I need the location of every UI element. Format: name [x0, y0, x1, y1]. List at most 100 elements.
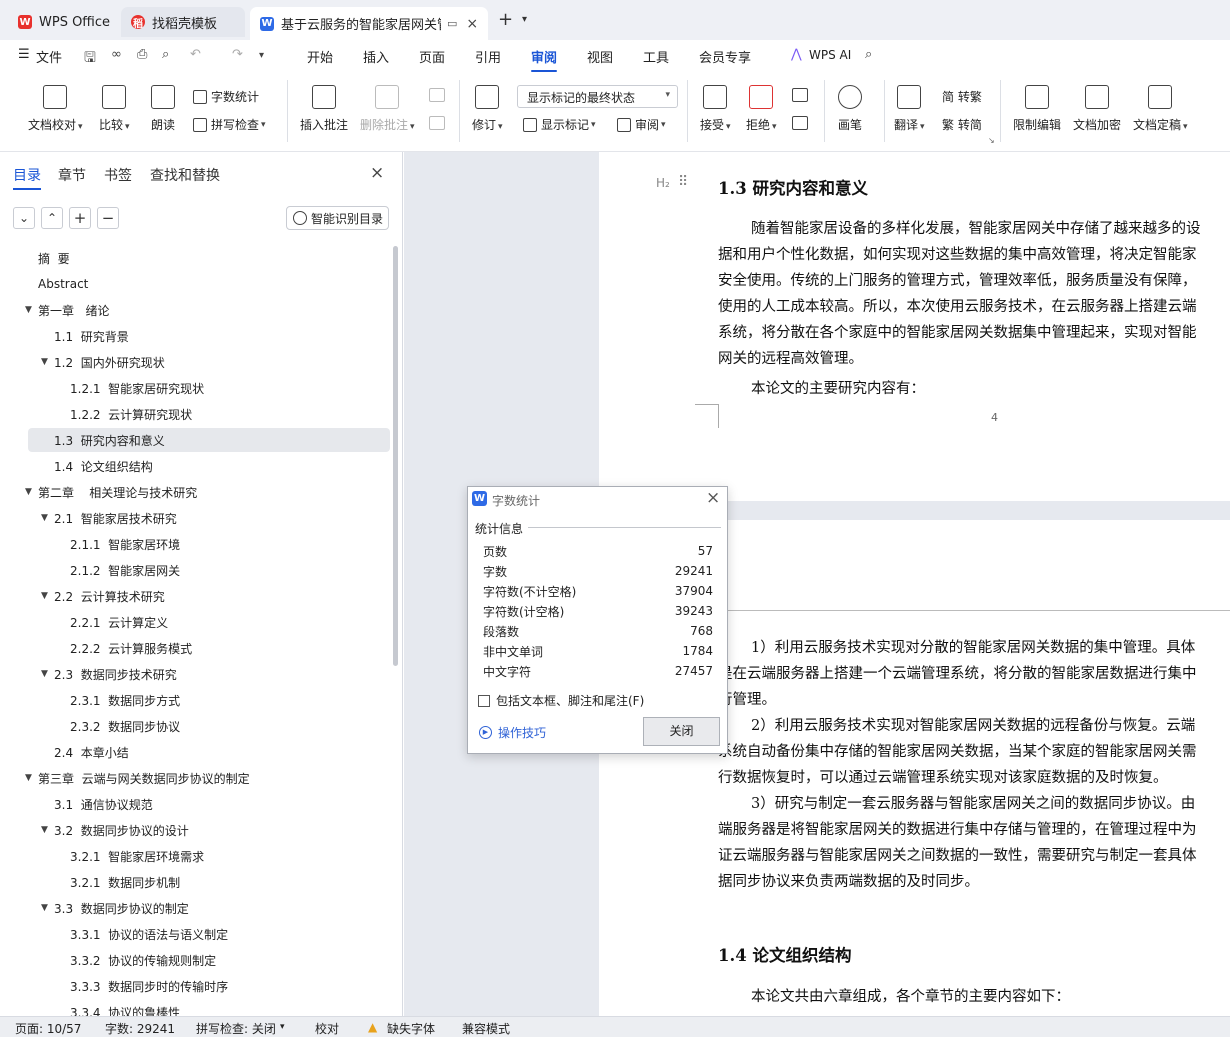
pane-scrollbar[interactable]: [393, 246, 398, 666]
menu-tab-references[interactable]: 引用: [475, 47, 501, 66]
expand-plus-button[interactable]: +: [69, 207, 91, 229]
toc-item[interactable]: 2.2.1 云计算定义: [0, 610, 390, 634]
menu-tab-insert[interactable]: 插入: [363, 47, 389, 66]
status-proofread[interactable]: 校对: [315, 1020, 339, 1037]
expand-arrow-icon[interactable]: ▼: [41, 513, 48, 523]
toc-item[interactable]: 3.2.1 智能家居环境需求: [0, 844, 390, 868]
toc-item[interactable]: ▼ 第三章 云端与网关数据同步协议的制定: [0, 766, 390, 790]
tab-list-chevron-icon[interactable]: ▾: [522, 14, 527, 25]
save-icon[interactable]: 🖫: [84, 47, 96, 71]
spell-check-button[interactable]: 拼写检查 ▾: [193, 116, 266, 133]
nav-tab-find-replace[interactable]: 查找和替换: [150, 165, 220, 185]
file-menu[interactable]: 文件: [36, 47, 62, 66]
toc-item[interactable]: 1.1 研究背景: [0, 324, 390, 348]
delete-comment-button[interactable]: 删除批注 ▾: [360, 85, 415, 133]
dialog-close-button[interactable]: 关闭: [643, 717, 720, 746]
chevron-down-icon[interactable]: ▾: [280, 1022, 285, 1032]
menu-tab-tools[interactable]: 工具: [643, 47, 669, 66]
toc-item[interactable]: Abstract: [0, 272, 390, 296]
toc-item[interactable]: ▼ 第二章 相关理论与技术研究: [0, 480, 390, 504]
menu-tab-page[interactable]: 页面: [419, 47, 445, 66]
markup-state-select[interactable]: 显示标记的最终状态 ▾: [517, 85, 678, 108]
pen-button[interactable]: 画笔: [838, 85, 862, 133]
close-pane-icon[interactable]: ×: [370, 163, 384, 183]
toc-item[interactable]: 1.4 论文组织结构: [0, 454, 390, 478]
toc-item[interactable]: ▼ 2.1 智能家居技术研究: [0, 506, 390, 530]
toc-item[interactable]: 2.4 本章小结: [0, 740, 390, 764]
next-comment-icon[interactable]: [429, 116, 445, 130]
menu-tab-review[interactable]: 审阅: [531, 47, 558, 72]
track-changes-button[interactable]: 修订 ▾: [472, 85, 503, 133]
close-tab-icon[interactable]: ×: [466, 16, 478, 32]
show-markup-button[interactable]: 显示标记 ▾: [523, 116, 596, 133]
expand-arrow-icon[interactable]: ▼: [25, 305, 32, 315]
accept-button[interactable]: 接受 ▾: [700, 85, 731, 133]
status-spell-check[interactable]: 拼写检查: 关闭: [196, 1020, 276, 1037]
toc-item[interactable]: 1.3 研究内容和意义: [28, 428, 390, 452]
toc-item[interactable]: 3.2.1 数据同步机制: [0, 870, 390, 894]
nav-tab-toc[interactable]: 目录: [13, 165, 41, 190]
menu-tab-home[interactable]: 开始: [307, 47, 333, 66]
expand-arrow-icon[interactable]: ▼: [25, 487, 32, 497]
tab-current-document[interactable]: W 基于云服务的智能家居网关管 ▭ ×: [250, 7, 488, 40]
word-count-button[interactable]: 字数统计: [193, 88, 259, 105]
new-tab-plus-icon[interactable]: +: [498, 9, 513, 30]
toc-item[interactable]: 3.3.1 协议的语法与语义制定: [0, 922, 390, 946]
hamburger-icon[interactable]: ☰: [18, 47, 30, 62]
link-icon[interactable]: ∞: [111, 47, 122, 62]
drag-handle-icon[interactable]: ⠿: [678, 174, 688, 190]
tips-link[interactable]: ▶ 操作技巧: [479, 724, 546, 741]
toc-item[interactable]: ▼ 2.3 数据同步技术研究: [0, 662, 390, 686]
collapse-up-button[interactable]: ⌃: [41, 207, 63, 229]
encrypt-button[interactable]: 文档加密: [1073, 85, 1121, 133]
compare-button[interactable]: 比较 ▾: [99, 85, 130, 133]
toc-item[interactable]: 2.2.2 云计算服务模式: [0, 636, 390, 660]
toc-item[interactable]: ▼ 3.3 数据同步协议的制定: [0, 896, 390, 920]
wps-ai-button[interactable]: WPS AI: [809, 48, 851, 62]
previous-change-icon[interactable]: [792, 88, 808, 102]
search-icon[interactable]: ⌕: [865, 47, 872, 62]
redo-icon[interactable]: ↷: [232, 47, 243, 62]
print-preview-icon[interactable]: ⌕: [162, 47, 169, 62]
status-word-count[interactable]: 字数: 29241: [105, 1020, 175, 1037]
toc-item[interactable]: 3.1 通信协议规范: [0, 792, 390, 816]
translate-button[interactable]: 翻译 ▾: [894, 85, 925, 133]
expand-arrow-icon[interactable]: ▼: [25, 773, 32, 783]
toc-item[interactable]: 摘 要: [0, 246, 390, 270]
next-change-icon[interactable]: [792, 116, 808, 130]
toc-item[interactable]: ▼ 2.2 云计算技术研究: [0, 584, 390, 608]
to-simplified-button[interactable]: 繁 转简: [942, 116, 982, 133]
toc-item[interactable]: 1.2.2 云计算研究现状: [0, 402, 390, 426]
screen-icon[interactable]: ▭: [447, 17, 457, 30]
toc-item[interactable]: 2.3.2 数据同步协议: [0, 714, 390, 738]
tab-docer-templates[interactable]: 稻 找稻壳模板: [121, 7, 245, 37]
toc-item[interactable]: ▼ 3.2 数据同步协议的设计: [0, 818, 390, 842]
print-icon[interactable]: ⎙: [137, 47, 147, 62]
finalize-button[interactable]: 文档定稿 ▾: [1133, 85, 1188, 133]
expand-arrow-icon[interactable]: ▼: [41, 591, 48, 601]
to-traditional-button[interactable]: 简 转繁: [942, 88, 982, 105]
expand-arrow-icon[interactable]: ▼: [41, 669, 48, 679]
toc-item[interactable]: 2.1.1 智能家居环境: [0, 532, 390, 556]
expand-arrow-icon[interactable]: ▼: [41, 825, 48, 835]
toc-item[interactable]: 3.3.4 协议的鲁棒性: [0, 1000, 390, 1017]
quick-access-more-icon[interactable]: ▾: [259, 50, 264, 61]
proofread-button[interactable]: 文档校对 ▾: [28, 85, 83, 133]
toc-item[interactable]: 3.3.2 协议的传输规则制定: [0, 948, 390, 972]
previous-comment-icon[interactable]: [429, 88, 445, 102]
wps-ai-icon[interactable]: ⋀: [791, 47, 802, 62]
toc-item[interactable]: 1.2.1 智能家居研究现状: [0, 376, 390, 400]
read-aloud-button[interactable]: 朗读: [151, 85, 175, 133]
reject-button[interactable]: 拒绝 ▾: [746, 85, 777, 133]
toc-item[interactable]: ▼ 第一章 绪论: [0, 298, 390, 322]
nav-tab-sections[interactable]: 章节: [58, 165, 86, 185]
collapse-down-button[interactable]: ⌄: [13, 207, 35, 229]
include-textbox-checkbox[interactable]: 包括文本框、脚注和尾注(F): [478, 692, 644, 709]
dialog-close-icon[interactable]: ×: [706, 488, 720, 508]
restrict-edit-button[interactable]: 限制编辑: [1013, 85, 1061, 133]
insert-comment-button[interactable]: 插入批注: [300, 85, 348, 133]
toc-item[interactable]: ▼ 1.2 国内外研究现状: [0, 350, 390, 374]
status-missing-font[interactable]: 缺失字体: [387, 1020, 435, 1037]
status-page[interactable]: 页面: 10/57: [15, 1020, 81, 1037]
menu-tab-member[interactable]: 会员专享: [699, 47, 751, 66]
